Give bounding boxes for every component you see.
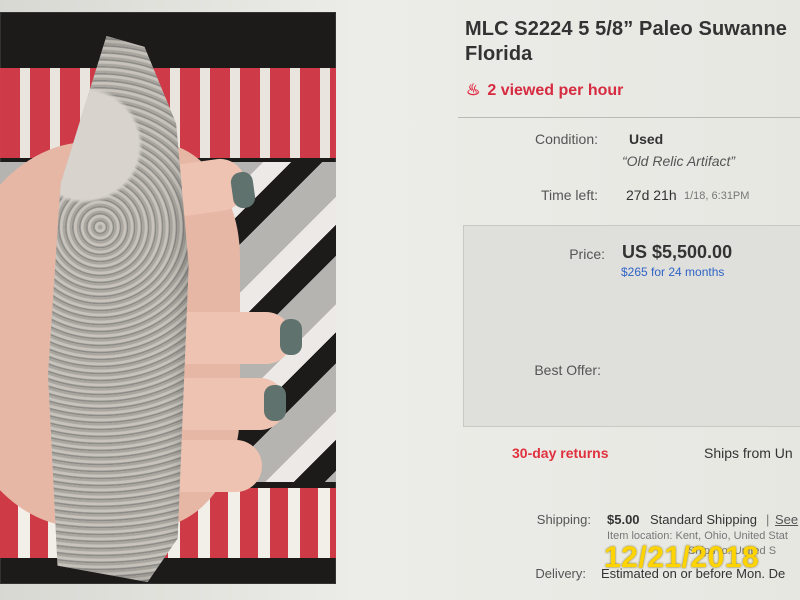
section-divider [458, 117, 800, 118]
views-text: 2 viewed per hour [487, 82, 624, 99]
fingernail [280, 319, 302, 355]
artifact-photo[interactable] [0, 12, 336, 584]
ebay-listing-screen: MLC S2224 5 5/8” Paleo Suwanne Florida ♨… [0, 0, 800, 600]
condition-value: Used [629, 131, 664, 147]
listing-title-line-2: Florida [465, 43, 533, 65]
photo-date-stamp: 12/21/2018 [604, 541, 760, 574]
listing-title-line-1: MLC S2224 5 5/8” Paleo Suwanne [465, 18, 788, 40]
returns-policy[interactable]: 30-day returns [512, 445, 608, 461]
shipping-label: Shipping: [536, 512, 591, 527]
flame-icon: ♨ [466, 82, 481, 99]
condition-note: “Old Relic Artifact” [622, 153, 736, 169]
shipping-cost: $5.00 [607, 512, 640, 527]
shipping-see-link[interactable]: See [775, 512, 798, 527]
monthly-payment-link[interactable]: $265 for 24 months [621, 265, 724, 279]
price-value: US $5,500.00 [622, 242, 733, 262]
time-left-label: Time left: [540, 187, 598, 203]
delivery-label: Delivery: [535, 566, 586, 581]
ships-from: Ships from Un [704, 445, 793, 461]
best-offer-label: Best Offer: [534, 362, 601, 378]
views-indicator: ♨ 2 viewed per hour [466, 80, 623, 100]
fingernail [264, 385, 286, 421]
price-label: Price: [569, 246, 605, 262]
condition-label: Condition: [534, 131, 598, 147]
shipping-method: Standard Shipping [650, 512, 757, 527]
listing-details: MLC S2224 5 5/8” Paleo Suwanne Florida ♨… [458, 0, 800, 600]
shipping-separator: | [766, 512, 770, 527]
time-left-value: 27d 21h [626, 187, 677, 203]
listing-title: MLC S2224 5 5/8” Paleo Suwanne Florida [465, 17, 800, 67]
time-left-date: 1/18, 6:31PM [684, 190, 750, 202]
